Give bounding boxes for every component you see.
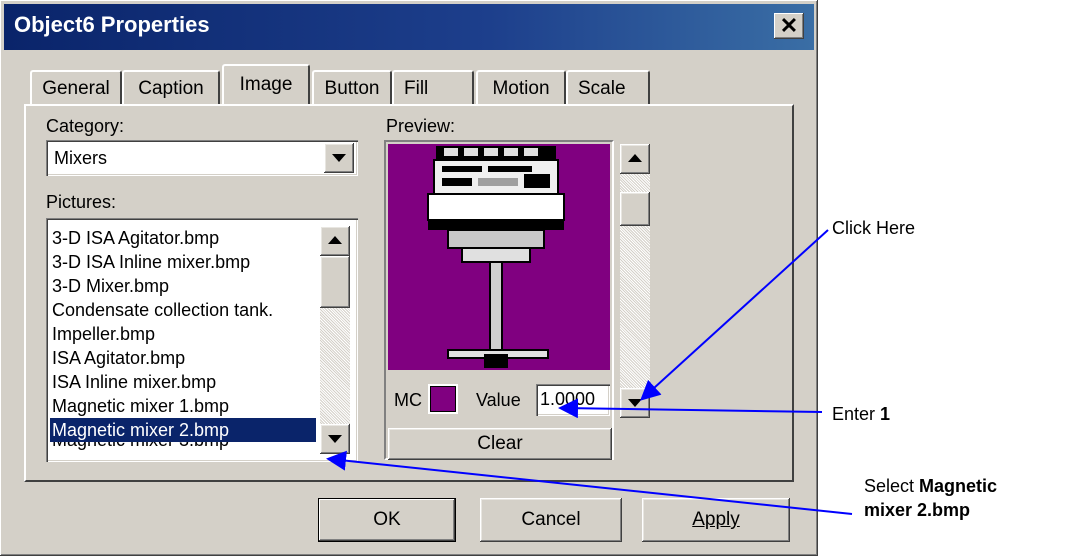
select-arrow	[326, 450, 853, 515]
click-here-arrow	[640, 229, 829, 401]
tab-image[interactable]: Image	[222, 64, 310, 104]
click-here-annotation: Click Here	[832, 218, 916, 238]
enter-prefix: Enter	[832, 404, 881, 424]
select-annotation-line2: mixer 2.bmp	[864, 500, 971, 520]
enter-bold: 1	[880, 404, 891, 424]
select-bold-1: Magnetic	[919, 476, 998, 496]
select-prefix: Select	[864, 476, 920, 496]
enter-arrow	[558, 398, 823, 419]
annotation-arrows	[326, 229, 853, 515]
tab-label: Image	[239, 74, 293, 95]
enter-annotation: Enter 1	[832, 404, 890, 425]
select-annotation-line1: Select Magnetic	[864, 476, 997, 497]
